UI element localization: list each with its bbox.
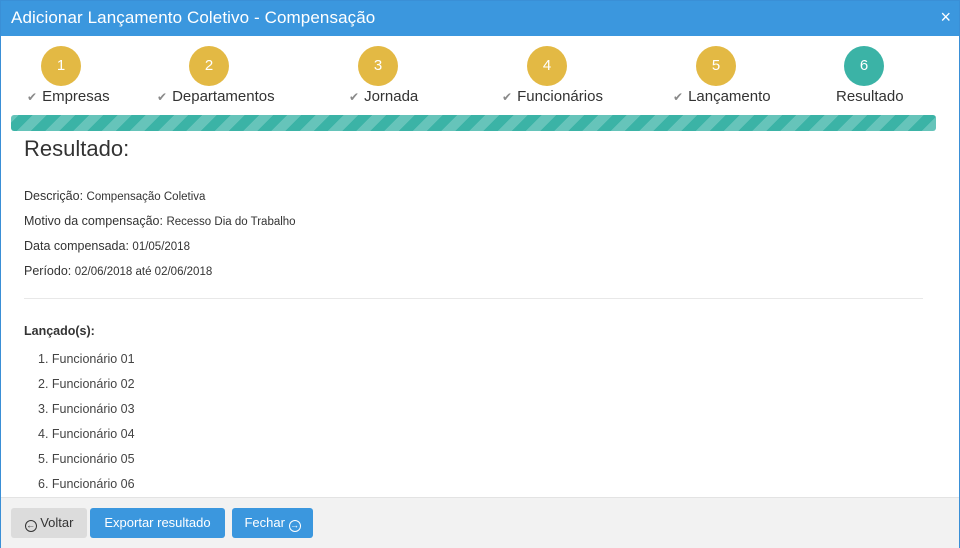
check-icon: ✔ xyxy=(502,90,513,104)
back-button[interactable]: ← Voltar xyxy=(11,508,87,538)
list-item: 2. Funcionário 02 xyxy=(38,377,135,391)
result-panel: Resultado: Descrição: Compensação Coleti… xyxy=(24,136,924,491)
list-item: 4. Funcionário 04 xyxy=(38,427,135,441)
launched-title: Lançado(s): xyxy=(24,324,95,338)
export-result-button[interactable]: Exportar resultado xyxy=(90,508,225,538)
step-label: ✔ Jornada xyxy=(349,88,419,105)
divider xyxy=(24,298,923,299)
list-item: 1. Funcionário 01 xyxy=(38,352,135,366)
descricao-label: Descrição: xyxy=(24,189,84,203)
data-label: Data compensada: xyxy=(24,239,129,253)
step-label: Resultado xyxy=(836,88,904,105)
periodo-value: 02/06/2018 até 02/06/2018 xyxy=(74,266,213,278)
check-icon: ✔ xyxy=(27,90,38,104)
data-row: Data compensada: 01/05/2018 xyxy=(24,236,924,261)
check-icon: ✔ xyxy=(349,90,360,104)
step-number: 4 xyxy=(527,46,567,86)
list-item: 5. Funcionário 05 xyxy=(38,452,135,466)
step-number: 5 xyxy=(696,46,736,86)
result-heading: Resultado: xyxy=(24,136,130,161)
dialog-title: Adicionar Lançamento Coletivo - Compensa… xyxy=(11,8,376,27)
step-number: 2 xyxy=(189,46,229,86)
periodo-row: Período: 02/06/2018 até 02/06/2018 xyxy=(24,261,924,286)
dialog-footer: ← Voltar Exportar resultado Fechar → xyxy=(1,497,959,548)
dialog-header: Adicionar Lançamento Coletivo - Compensa… xyxy=(1,1,959,36)
descricao-row: Descrição: Compensação Coletiva xyxy=(24,186,924,211)
motivo-value: Recesso Dia do Trabalho xyxy=(166,216,296,228)
step-label: ✔ Departamentos xyxy=(157,88,275,105)
check-icon: ✔ xyxy=(157,90,168,104)
modal-dialog: Adicionar Lançamento Coletivo - Compensa… xyxy=(0,0,960,548)
arrow-left-icon: ← xyxy=(24,520,37,532)
launched-list: 1. Funcionário 01 2. Funcionário 02 3. F… xyxy=(38,349,135,499)
step-label: ✔ Empresas xyxy=(27,88,110,105)
close-icon[interactable]: × xyxy=(940,7,951,27)
step-number: 6 xyxy=(844,46,884,86)
close-button[interactable]: Fechar → xyxy=(232,508,313,538)
motivo-row: Motivo da compensação: Recesso Dia do Tr… xyxy=(24,211,924,236)
data-value: 01/05/2018 xyxy=(132,241,190,253)
progress-bar xyxy=(11,115,936,131)
step-number: 1 xyxy=(41,46,81,86)
descricao-value: Compensação Coletiva xyxy=(86,191,206,203)
wizard-steps: 1 ✔ Empresas 2 ✔ Departamentos 3 ✔ Jornada … xyxy=(1,36,959,116)
periodo-label: Período: xyxy=(24,264,72,278)
arrow-right-icon: → xyxy=(288,520,301,532)
list-item: 6. Funcionário 06 xyxy=(38,477,135,491)
step-label: ✔ Lançamento xyxy=(673,88,771,105)
step-number: 3 xyxy=(358,46,398,86)
step-label: ✔ Funcionários xyxy=(502,88,603,105)
motivo-label: Motivo da compensação: xyxy=(24,214,163,228)
check-icon: ✔ xyxy=(673,90,684,104)
list-item: 3. Funcionário 03 xyxy=(38,402,135,416)
